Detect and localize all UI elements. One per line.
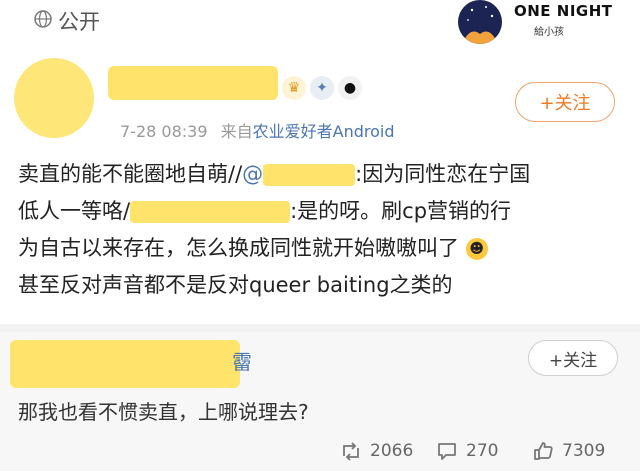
username-redacted[interactable] bbox=[108, 66, 278, 100]
repost-icon bbox=[343, 442, 359, 461]
section-divider bbox=[0, 324, 640, 332]
comment-button[interactable]: 270 bbox=[436, 440, 498, 462]
original-post-text: 那我也看不惯卖直，上哪说理去? bbox=[18, 400, 309, 424]
follow-button[interactable]: +关注 bbox=[515, 82, 615, 122]
visibility-label: 公开 bbox=[58, 10, 100, 34]
brand-subtitle: 給小孩 bbox=[534, 27, 564, 38]
post-text-segment: 为自古以来存在，怎么换成同性就开始嗷嗷叫了 bbox=[18, 236, 459, 260]
original-username-tail[interactable]: 霤 bbox=[232, 346, 252, 375]
panda-badge-icon: ● bbox=[338, 76, 362, 100]
globe-icon bbox=[34, 10, 52, 28]
post-text-segment: :因为同性恋在宁国 bbox=[355, 162, 531, 186]
action-bar: 2066 270 7309 bbox=[0, 436, 640, 470]
post-line: 低人一等咯/ :是的呀。刷cp营销的行 bbox=[18, 193, 628, 230]
comment-count: 270 bbox=[466, 441, 499, 461]
post-line: 卖直的能不能圈地自萌//@ :因为同性恋在宁国 bbox=[18, 156, 628, 193]
comment-icon bbox=[438, 443, 456, 460]
brand-circle-icon bbox=[458, 0, 502, 44]
brand-name: ONE NIGHT bbox=[514, 2, 613, 20]
laugh-cry-emoji-icon: ☻ bbox=[465, 238, 488, 260]
crown-badge-icon: ♛ bbox=[282, 76, 306, 100]
mention-link[interactable]: @ bbox=[242, 162, 263, 186]
post-line: 甚至反对声音都不是反对queer baiting之类的 bbox=[18, 267, 628, 304]
post-line: 为自古以来存在，怎么换成同性就开始嗷嗷叫了 ☻ bbox=[18, 230, 628, 267]
post-meta: 7-28 08:39 来自农业爱好者Android bbox=[120, 118, 395, 142]
post-text-segment: :是的呀。刷cp营销的行 bbox=[290, 199, 512, 223]
post-text-segment: 低人一等咯/ bbox=[18, 199, 131, 223]
avatar-redacted[interactable] bbox=[14, 58, 94, 138]
repost-button[interactable]: 2066 bbox=[340, 440, 413, 462]
brand-logo: ONE NIGHT 給小孩 bbox=[458, 0, 640, 44]
post-source[interactable]: 农业爱好者Android bbox=[253, 122, 395, 141]
thumbs-up-icon bbox=[534, 442, 553, 460]
repost-count: 2066 bbox=[370, 441, 414, 461]
follow-original-button[interactable]: +关注 bbox=[528, 340, 618, 376]
source-prefix: 来自 bbox=[220, 122, 253, 141]
original-username-redacted[interactable] bbox=[10, 340, 240, 388]
like-button[interactable]: 7309 bbox=[532, 440, 605, 462]
mention-redacted bbox=[263, 164, 356, 186]
top-bar: 公开 ONE NIGHT 給小孩 bbox=[0, 0, 640, 44]
post-text-segment: 卖直的能不能圈地自萌// bbox=[18, 162, 243, 186]
mention-redacted bbox=[130, 201, 291, 223]
post-content: 卖直的能不能圈地自萌//@ :因为同性恋在宁国 低人一等咯/ :是的呀。刷cp营销的… bbox=[18, 156, 628, 304]
weibo-post: ♛ ✦ ● +关注 7-28 08:39 来自农业爱好者Android 卖直的能… bbox=[0, 44, 640, 324]
post-time: 7-28 08:39 bbox=[120, 122, 208, 141]
original-post[interactable]: 霤 +关注 那我也看不惯卖直，上哪说理去? 2066 270 7309 bbox=[0, 332, 640, 471]
post-text-segment: 甚至反对声音都不是反对queer baiting之类的 bbox=[18, 273, 453, 297]
medal-badge-icon: ✦ bbox=[310, 76, 334, 100]
like-count: 7309 bbox=[562, 441, 606, 461]
